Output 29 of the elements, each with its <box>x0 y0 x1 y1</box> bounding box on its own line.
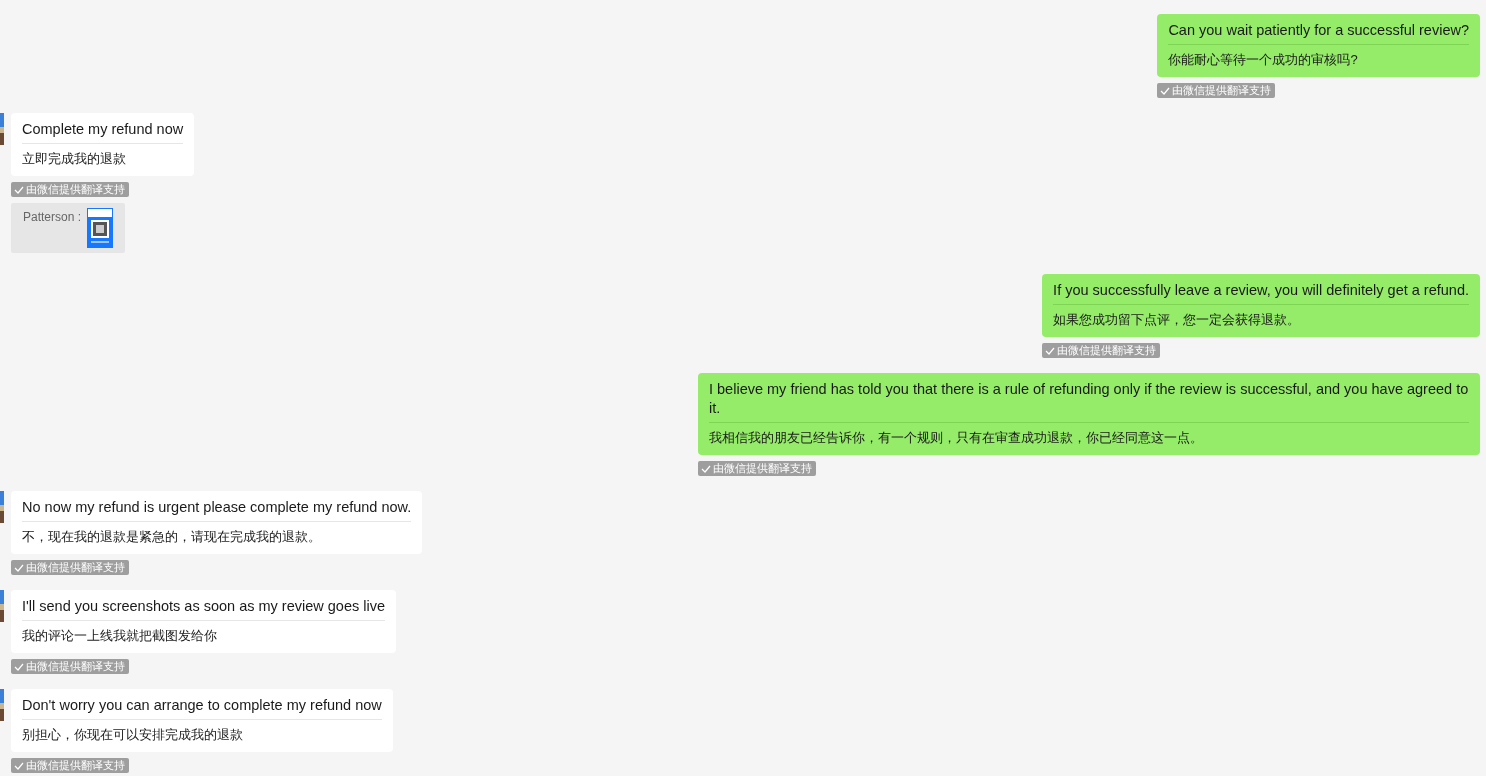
message-text: I believe my friend has told you that there is a rule of refunding only if the review is successful, and you have agreed to it. <box>709 380 1469 418</box>
translated-text: 立即完成我的退款 <box>22 150 127 168</box>
translated-text: 不，现在我的退款是紧急的，请现在完成我的退款。 <box>22 528 322 546</box>
translated-text: 我的评论一上线我就把截图发给你 <box>22 627 218 645</box>
message-text: If you successfully leave a review, you will definitely get a refund. <box>1053 281 1469 300</box>
check-icon <box>1160 86 1171 95</box>
check-icon <box>701 464 711 473</box>
message-text: I'll send you screenshots as soon as my review goes live <box>22 597 386 616</box>
translated-text: 你能耐心等待一个成功的审核吗? <box>1168 51 1359 69</box>
message-text: Don't worry you can arrange to complete my refund now <box>22 696 382 715</box>
message-text: Can you wait patiently for a successful review? <box>1168 21 1469 40</box>
translation-badge: 由微信提供翻译支持 <box>11 560 129 575</box>
message-text: No now my refund is urgent please complete my refund now. <box>22 498 412 517</box>
check-icon <box>1045 346 1056 355</box>
translation-badge: 由微信提供翻译支持 <box>11 182 129 197</box>
translated-text: 我相信我的朋友已经告诉你，有一个规则，只有在审查成功退款，你已经同意这一点。 <box>709 429 1204 447</box>
translated-text: 别担心，你现在可以安排完成我的退款 <box>22 726 244 744</box>
translation-badge: 由微信提供翻译支持 <box>1042 343 1161 358</box>
translation-badge: 由微信提供翻译支持 <box>1157 83 1276 98</box>
check-icon <box>14 185 24 194</box>
translation-badge: 由微信提供翻译支持 <box>11 659 129 674</box>
translation-badge: 由微信提供翻译支持 <box>11 758 129 773</box>
message-text: Complete my refund now <box>22 120 184 139</box>
translation-badge: 由微信提供翻译支持 <box>698 461 816 476</box>
translated-text: 如果您成功留下点评，您一定会获得退款。 <box>1053 311 1302 329</box>
check-icon <box>14 563 24 572</box>
sender-name: Patterson : <box>23 209 82 225</box>
check-icon <box>14 662 24 671</box>
check-icon <box>14 761 24 770</box>
